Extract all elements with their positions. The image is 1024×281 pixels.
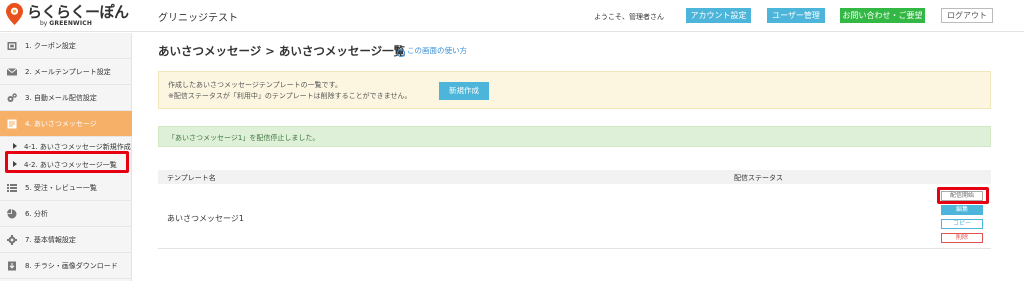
- sidebar-item-label: 7. 基本情報設定: [25, 236, 76, 244]
- sidebar-item-label: 1. クーポン設定: [25, 42, 76, 50]
- delete-button[interactable]: 削除: [941, 233, 983, 243]
- help-link-label: この画面の使い方: [407, 46, 467, 55]
- message-icon: [7, 119, 17, 129]
- info-line-2: ※配信ステータスが「利用中」のテンプレートは削除することができません。: [168, 92, 412, 100]
- sidebar-item-basic-settings[interactable]: 7. 基本情報設定: [0, 227, 132, 253]
- sidebar-item-auto-mail[interactable]: 3. 自動メール配信設定: [0, 85, 132, 111]
- account-settings-button[interactable]: アカウント設定: [686, 8, 751, 23]
- help-link[interactable]: ? この画面の使い方: [397, 45, 467, 57]
- copy-button[interactable]: コピー: [941, 219, 983, 229]
- logo-sub-brand: GREENWICH: [49, 20, 93, 27]
- logo-subtitle: by GREENWICH: [40, 20, 92, 28]
- welcome-text: ようこそ、管理者さん: [594, 13, 664, 21]
- gears-icon: [7, 93, 17, 102]
- top-header: らくらくーぽん by GREENWICH グリニッジテスト ようこそ、管理者さん…: [0, 0, 1024, 32]
- triangle-right-icon: [13, 161, 17, 167]
- logo-sub-by: by: [40, 20, 48, 27]
- sidebar-item-label: 2. メールテンプレート設定: [25, 68, 111, 76]
- column-header-status: 配信ステータス: [734, 174, 783, 182]
- start-delivery-button[interactable]: 配信開始: [941, 191, 983, 201]
- info-box: 作成したあいさつメッセージテンプレートの一覧です。 ※配信ステータスが「利用中」…: [158, 71, 991, 109]
- sidebar-item-label: 4. あいさつメッセージ: [25, 120, 97, 128]
- download-icon: [8, 261, 16, 271]
- success-message: 「あいさつメッセージ1」を配信停止しました。: [168, 134, 320, 142]
- sidebar-item-flyer-download[interactable]: 8. チラシ・画像ダウンロード: [0, 253, 132, 279]
- template-name: あいさつメッセージ1: [167, 214, 244, 223]
- sidebar-subitem-label: 4-2. あいさつメッセージ一覧: [24, 161, 117, 169]
- gear-icon: [7, 235, 17, 245]
- sidebar-item-label: 6. 分析: [25, 210, 48, 218]
- edit-button[interactable]: 編集: [941, 205, 983, 215]
- success-alert: 「あいさつメッセージ1」を配信停止しました。: [158, 126, 991, 147]
- mail-icon: [7, 68, 17, 76]
- pie-chart-icon: [7, 209, 17, 219]
- list-icon: [7, 184, 17, 192]
- contact-button[interactable]: お問い合わせ・ご要望: [840, 8, 925, 23]
- sidebar-item-label: 3. 自動メール配信設定: [25, 94, 97, 102]
- sidebar-subitem-greeting-list[interactable]: 4-2. あいさつメッセージ一覧: [0, 156, 132, 173]
- breadcrumb: あいさつメッセージ > あいさつメッセージ一覧: [158, 44, 406, 58]
- sidebar-item-mail-template[interactable]: 2. メールテンプレート設定: [0, 59, 132, 85]
- logo[interactable]: らくらくーぽん by GREENWICH: [6, 3, 129, 29]
- column-header-template-name: テンプレート名: [167, 174, 216, 182]
- coupon-icon: [7, 42, 17, 50]
- table-header: テンプレート名 配信ステータス: [158, 170, 991, 184]
- triangle-right-icon: [13, 143, 17, 149]
- sidebar-subitem-greeting-create[interactable]: 4-1. あいさつメッセージ新規作成: [0, 138, 132, 155]
- question-icon: ?: [397, 49, 405, 57]
- sidebar-item-label: 5. 受注・レビュー一覧: [25, 184, 97, 192]
- sidebar-item-label: 8. チラシ・画像ダウンロード: [25, 262, 118, 270]
- new-create-button[interactable]: 新規作成: [439, 82, 489, 100]
- sidebar-item-orders-reviews[interactable]: 5. 受注・レビュー一覧: [0, 175, 132, 201]
- sidebar-item-analysis[interactable]: 6. 分析: [0, 201, 132, 227]
- user-management-button[interactable]: ユーザー管理: [767, 8, 825, 23]
- sidebar: 1. クーポン設定 2. メールテンプレート設定 3. 自動メール配信設定 4.…: [0, 33, 132, 281]
- logo-text: らくらくーぽん: [27, 3, 129, 21]
- logout-button[interactable]: ログアウト: [941, 8, 993, 23]
- template-table: テンプレート名 配信ステータス あいさつメッセージ1 配信開始 編集 コピー 削…: [158, 170, 991, 249]
- sidebar-item-coupon[interactable]: 1. クーポン設定: [0, 33, 132, 59]
- sidebar-item-greeting-message[interactable]: 4. あいさつメッセージ: [0, 111, 132, 137]
- map-pin-icon: [6, 3, 23, 25]
- sidebar-subitem-label: 4-1. あいさつメッセージ新規作成: [24, 143, 131, 151]
- app-title: グリニッジテスト: [158, 13, 238, 24]
- info-line-1: 作成したあいさつメッセージテンプレートの一覧です。: [168, 81, 342, 89]
